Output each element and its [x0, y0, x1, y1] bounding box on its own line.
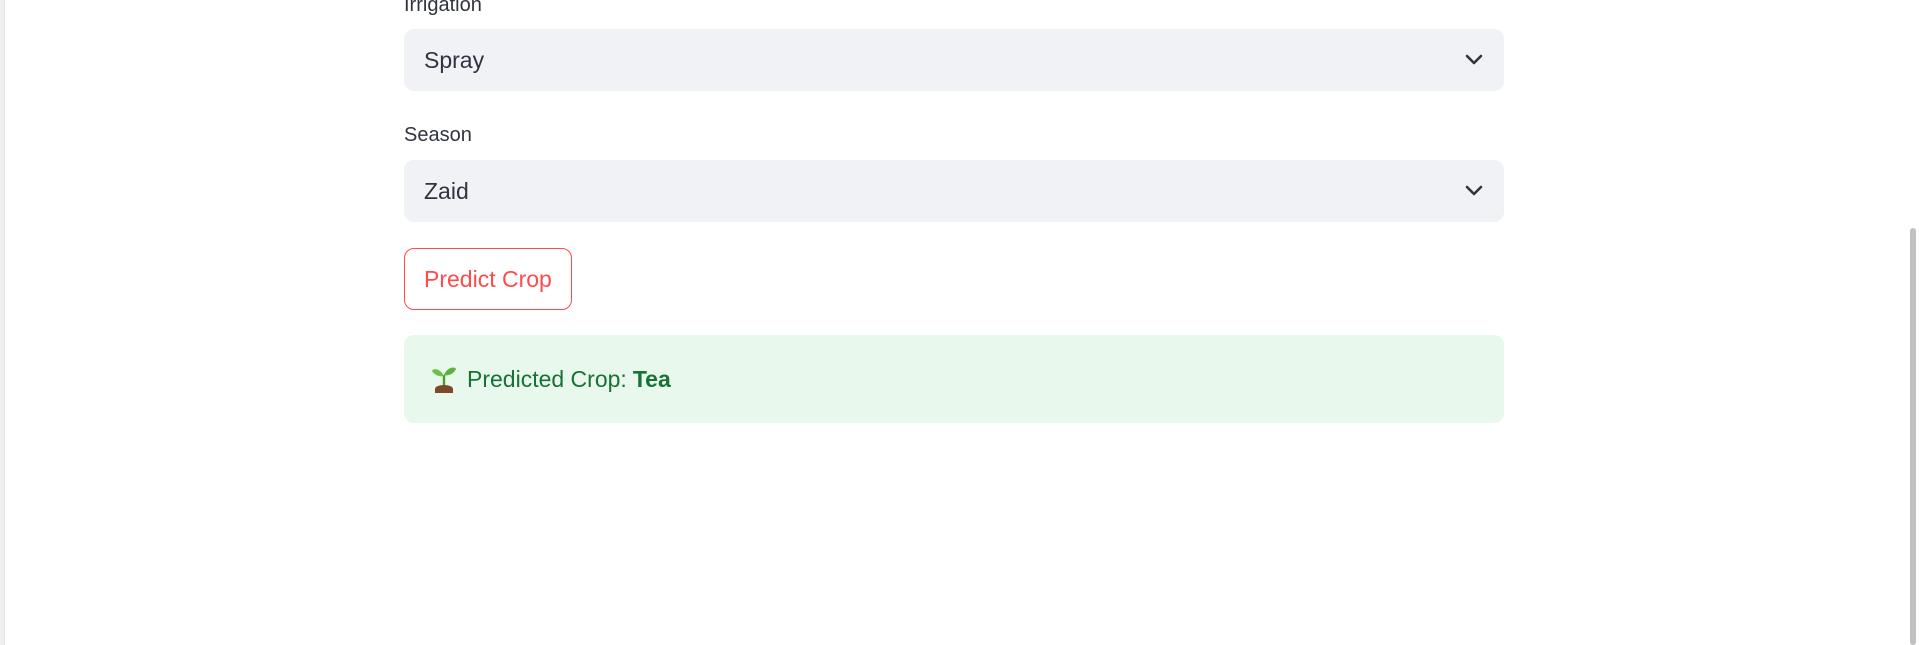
chevron-down-icon [1464, 50, 1484, 70]
season-select[interactable]: Zaid [404, 160, 1504, 222]
result-value: Tea [632, 365, 671, 392]
irrigation-select-value: Spray [424, 46, 485, 73]
sidebar-edge [0, 0, 5, 645]
seedling-icon [430, 364, 458, 394]
irrigation-select[interactable]: Spray [404, 29, 1504, 91]
vertical-scrollbar[interactable] [1905, 0, 1919, 645]
prediction-result-alert: Predicted Crop: Tea [404, 335, 1504, 423]
season-label: Season [404, 124, 472, 146]
result-prefix: Predicted Crop: [467, 365, 627, 392]
season-select-value: Zaid [424, 177, 469, 204]
chevron-down-icon [1464, 181, 1484, 201]
app-page: Irrigation Spray Season Zaid Predict Cro… [0, 0, 1919, 645]
predict-crop-button[interactable]: Predict Crop [404, 248, 572, 310]
scrollbar-thumb[interactable] [1910, 228, 1916, 645]
irrigation-label: Irrigation [404, 0, 482, 16]
